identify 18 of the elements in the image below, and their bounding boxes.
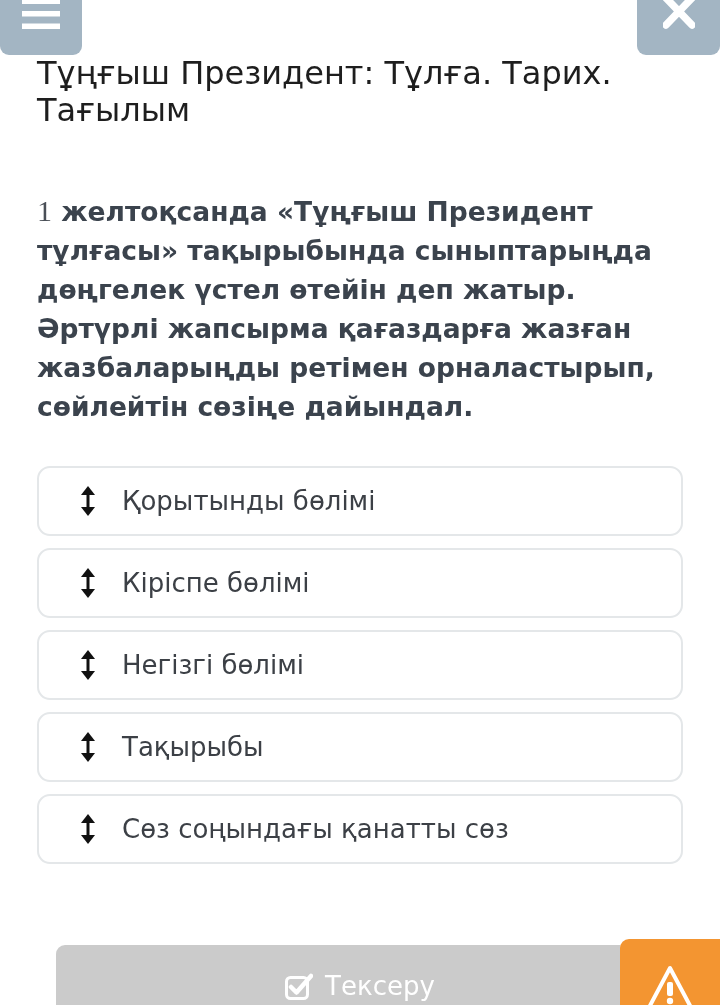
draggable-answer-item[interactable]: Негізгі бөлімі	[37, 630, 683, 700]
question-text: 1 желтоқсанда «Тұңғыш Президент тұлғасы» тақырыбында сыныптарыңда дөңгелек үстел өтейін деп жатыр. Әртүрлі жапсырма қағаздарға жазған жазбаларыңды ретімен орналастырып, сөйлейтін сөзіңе дайындал.	[37, 193, 656, 424]
up-down-arrow-icon	[81, 486, 95, 516]
draggable-answer-item[interactable]: Тақырыбы	[37, 712, 683, 782]
close-icon	[662, 0, 695, 30]
up-down-arrow-icon	[81, 650, 95, 680]
menu-icon	[22, 0, 60, 29]
draggable-answer-item[interactable]: Қорытынды бөлімі	[37, 466, 683, 536]
page-title: Тұңғыш Президент: Тұлға. Тарих. Тағылым	[36, 55, 613, 129]
draggable-answer-item[interactable]: Кіріспе бөлімі	[37, 548, 683, 618]
warning-button[interactable]	[620, 939, 720, 1005]
draggable-answer-item[interactable]: Сөз соңындағы қанатты сөз	[37, 794, 683, 864]
close-button[interactable]	[637, 0, 720, 55]
up-down-arrow-icon	[81, 814, 95, 844]
up-down-arrow-icon	[81, 568, 95, 598]
up-down-arrow-icon	[81, 732, 95, 762]
menu-button[interactable]	[0, 0, 82, 55]
checkbox-tick-icon	[285, 973, 314, 1000]
